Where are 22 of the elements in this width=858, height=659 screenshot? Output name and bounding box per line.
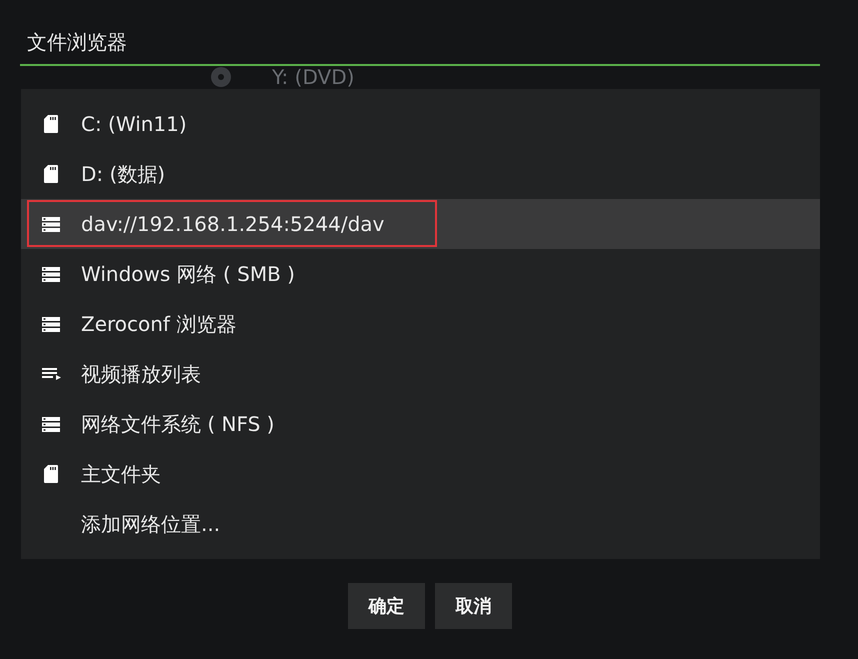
- source-list-item[interactable]: 主文件夹: [21, 449, 820, 499]
- source-list-item[interactable]: 网络文件系统 ( NFS ): [21, 399, 820, 449]
- disc-icon: [210, 66, 232, 88]
- sd-card-icon: [44, 465, 58, 483]
- source-list-item[interactable]: C: (Win11): [21, 99, 820, 149]
- drive-label: Y: (DVD): [272, 66, 354, 88]
- source-list-item[interactable]: 添加网络位置...: [21, 499, 820, 549]
- source-list-item[interactable]: 视频播放列表: [21, 349, 820, 399]
- dialog-button[interactable]: 确定: [348, 583, 425, 629]
- source-list-item[interactable]: D: (数据): [21, 149, 820, 199]
- server-icon: [42, 316, 60, 332]
- server-icon: [42, 266, 60, 282]
- playlist-icon: [42, 368, 60, 380]
- sd-card-icon: [44, 165, 58, 183]
- sd-card-icon: [44, 115, 58, 133]
- source-list-item[interactable]: Zeroconf 浏览器: [21, 299, 820, 349]
- server-icon: [42, 216, 60, 232]
- dialog-button[interactable]: 取消: [435, 583, 512, 629]
- server-icon: [42, 416, 60, 432]
- dialog-title: 文件浏览器: [26, 29, 128, 56]
- source-list-item[interactable]: dav://192.168.1.254:5244/dav: [21, 199, 820, 249]
- source-list-item[interactable]: Windows 网络 ( SMB ): [21, 249, 820, 299]
